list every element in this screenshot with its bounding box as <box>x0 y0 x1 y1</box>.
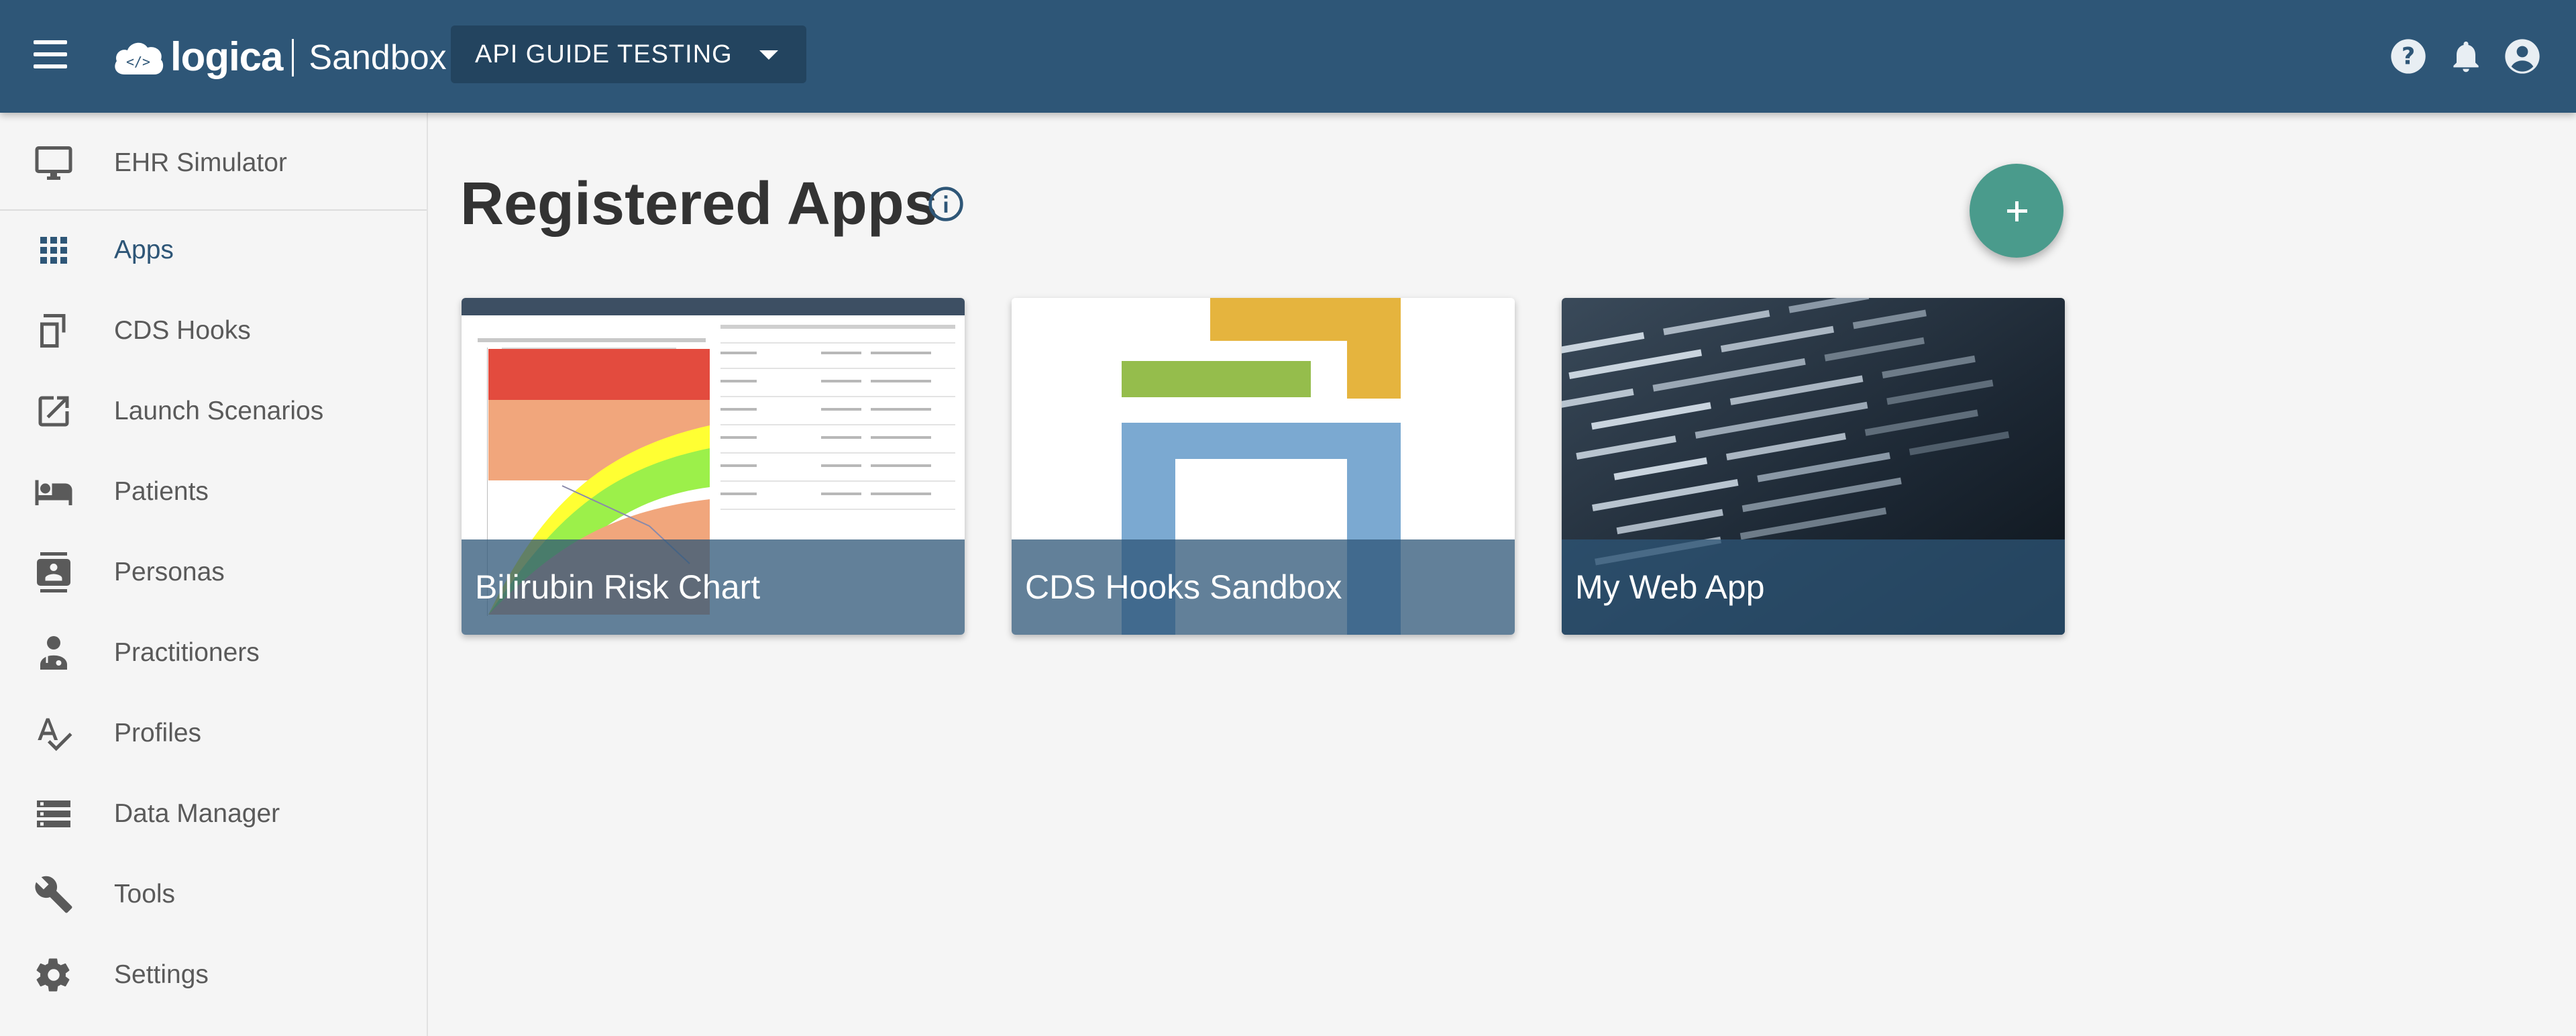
sidebar-item-patients[interactable]: Patients <box>0 455 427 529</box>
app-card-bilirubin[interactable]: Bilirubin Risk Chart <box>462 298 965 635</box>
sandbox-selector[interactable]: API GUIDE TESTING <box>451 25 806 83</box>
cds-hooks-icon <box>40 314 66 348</box>
app-card-title: My Web App <box>1575 568 1765 606</box>
sidebar-item-label: Profiles <box>114 719 202 747</box>
sidebar-item-tools[interactable]: Tools <box>0 858 427 931</box>
sidebar-item-label: Patients <box>114 477 209 506</box>
menu-icon[interactable] <box>34 40 72 72</box>
launch-icon <box>38 396 69 427</box>
product-name: Sandbox <box>309 38 447 77</box>
bed-icon <box>35 480 72 505</box>
logo-divider <box>292 39 294 76</box>
sidebar-item-apps[interactable]: Apps <box>0 213 427 287</box>
wrench-icon <box>35 876 72 913</box>
sidebar-item-settings[interactable]: Settings <box>0 938 427 1012</box>
sidebar-item-label: EHR Simulator <box>114 148 287 177</box>
storage-icon <box>37 800 70 827</box>
top-app-bar: </> logica Sandbox API GUIDE TESTING ? <box>0 0 2576 113</box>
monitor-icon <box>35 146 72 180</box>
app-card-title: Bilirubin Risk Chart <box>475 568 761 606</box>
account-icon[interactable] <box>2504 38 2541 75</box>
brand-name: logica <box>170 34 283 79</box>
sidebar-item-label: Data Manager <box>114 799 280 828</box>
sidebar-item-personas[interactable]: Personas <box>0 535 427 609</box>
sidebar-item-label: Launch Scenarios <box>114 397 324 425</box>
svg-text:</>: </> <box>126 54 150 70</box>
add-app-button[interactable] <box>1970 164 2063 258</box>
sidebar-divider <box>0 209 427 211</box>
app-card-my-web-app[interactable]: My Web App <box>1562 298 2065 635</box>
sidebar-item-cds-hooks[interactable]: CDS Hooks <box>0 294 427 368</box>
app-card-title: CDS Hooks Sandbox <box>1025 568 1342 606</box>
sidebar-item-label: CDS Hooks <box>114 316 251 345</box>
app-card-caption: My Web App <box>1562 539 2065 635</box>
sidebar-item-profiles[interactable]: Profiles <box>0 696 427 770</box>
apps-grid-icon <box>40 237 67 264</box>
spellcheck-icon <box>38 718 72 752</box>
sidebar-item-label: Settings <box>114 960 209 989</box>
doctor-icon <box>40 636 67 670</box>
sidebar-item-data-manager[interactable]: Data Manager <box>0 777 427 851</box>
app-card-cds-hooks-sandbox[interactable]: CDS Hooks Sandbox <box>1012 298 1515 635</box>
sidebar-item-label: Personas <box>114 558 225 586</box>
notifications-icon[interactable] <box>2447 38 2485 75</box>
sidebar-item-practitioners[interactable]: Practitioners <box>0 616 427 690</box>
gear-icon <box>36 958 70 992</box>
app-card-caption: CDS Hooks Sandbox <box>1012 539 1515 635</box>
help-icon[interactable]: ? <box>2390 38 2427 75</box>
contact-card-icon <box>37 552 70 592</box>
sandbox-selector-label: API GUIDE TESTING <box>475 40 733 68</box>
sidebar-item-ehr-simulator[interactable]: EHR Simulator <box>0 126 427 200</box>
chevron-down-icon <box>759 50 778 60</box>
info-icon[interactable] <box>927 185 965 223</box>
sidebar: EHR Simulator Apps CDS Hooks Launch Scen… <box>0 113 428 1036</box>
sidebar-item-label: Tools <box>114 880 176 909</box>
svg-text:?: ? <box>2402 44 2415 70</box>
logo: </> logica Sandbox <box>111 30 447 86</box>
sidebar-item-launch-scenarios[interactable]: Launch Scenarios <box>0 374 427 448</box>
sidebar-item-label: Apps <box>114 236 174 264</box>
app-card-caption: Bilirubin Risk Chart <box>462 539 965 635</box>
sidebar-item-label: Practitioners <box>114 638 260 667</box>
page-title: Registered Apps <box>460 170 938 238</box>
cloud-logo-icon: </> <box>115 42 164 74</box>
